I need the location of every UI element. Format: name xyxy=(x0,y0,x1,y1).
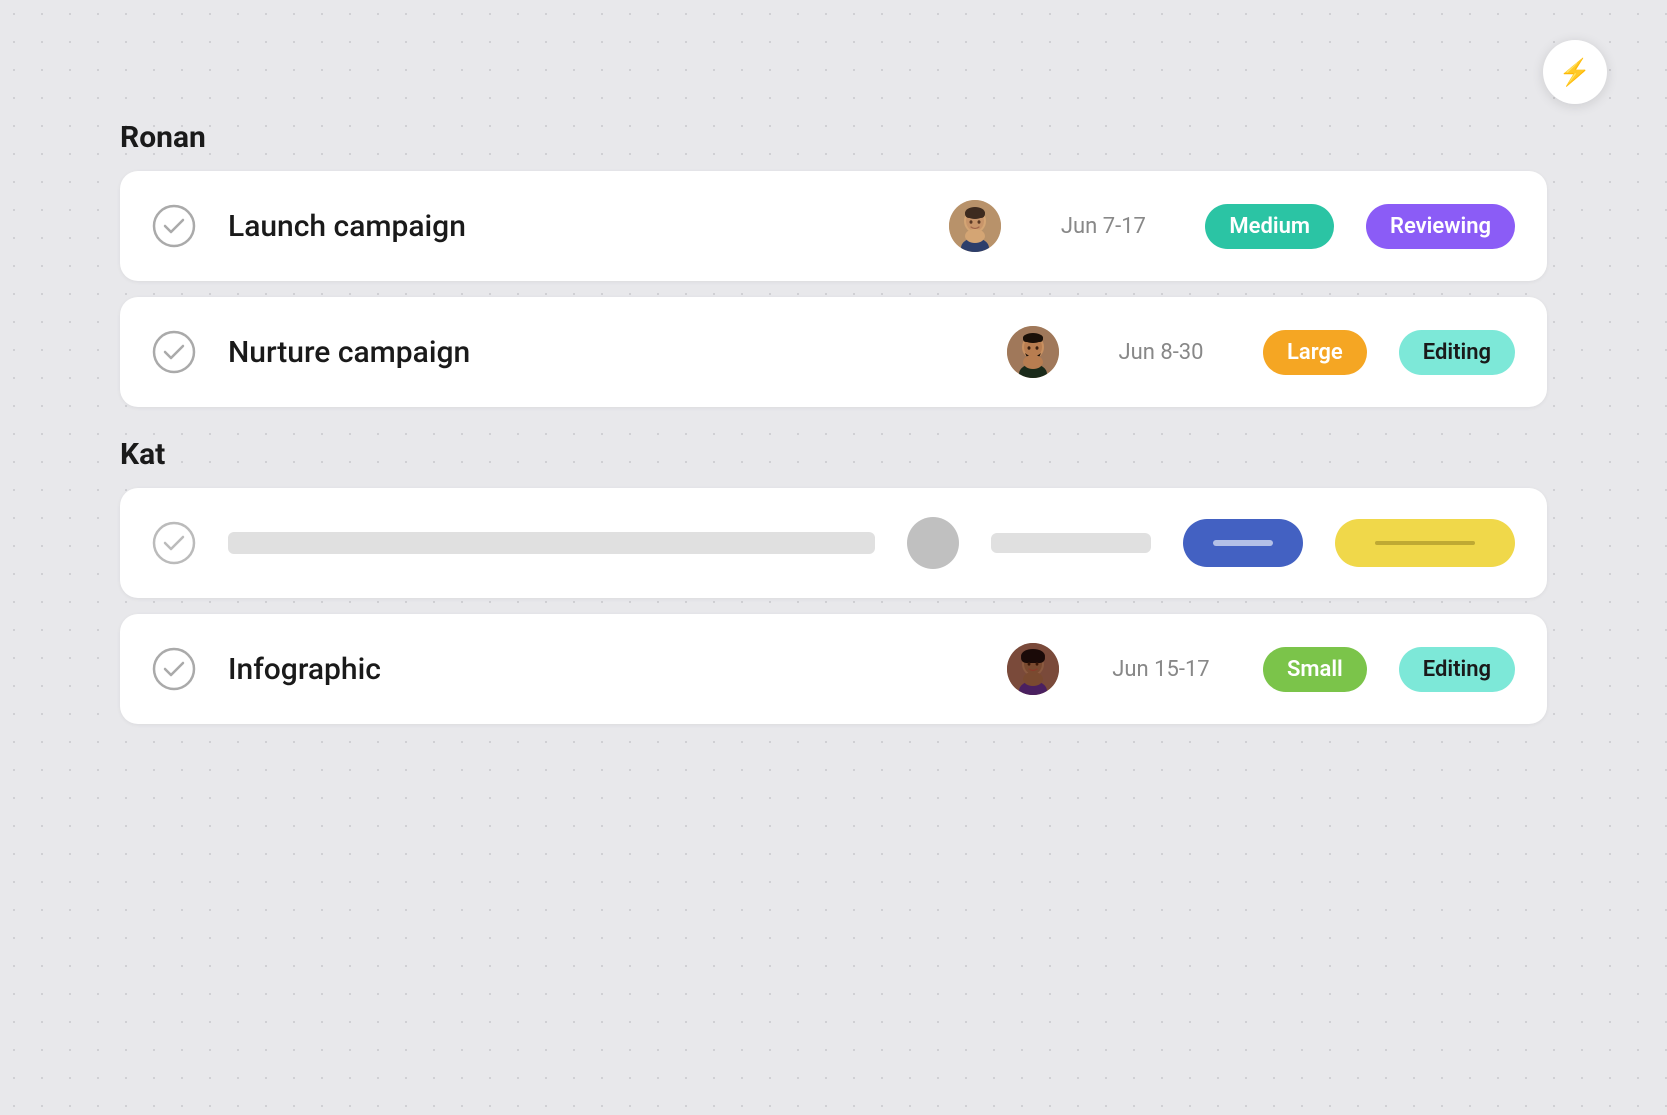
date-launch: Jun 7-17 xyxy=(1033,214,1173,239)
task-card-launch-campaign[interactable]: Launch campaign Jun xyxy=(120,171,1547,281)
badge-yellow-bar xyxy=(1375,541,1475,545)
avatar-infographic xyxy=(1007,643,1059,695)
group-kat: Kat xyxy=(120,437,1547,724)
badge-reviewing-launch[interactable]: Reviewing xyxy=(1366,204,1515,249)
check-icon-nurture xyxy=(152,330,196,374)
task-card-placeholder[interactable] xyxy=(120,488,1547,598)
avatar-placeholder xyxy=(907,517,959,569)
avatar-launch xyxy=(949,200,1001,252)
badge-small-infographic[interactable]: Small xyxy=(1263,647,1367,692)
task-title-placeholder xyxy=(228,532,875,554)
avatar-nurture xyxy=(1007,326,1059,378)
task-card-nurture-campaign[interactable]: Nurture campaign xyxy=(120,297,1547,407)
main-content: Ronan Launch campaign xyxy=(120,120,1547,754)
check-icon-launch xyxy=(152,204,196,248)
date-placeholder xyxy=(991,533,1151,553)
badge-editing-infographic[interactable]: Editing xyxy=(1399,647,1515,692)
group-label-ronan: Ronan xyxy=(120,120,1547,155)
badge-medium-launch[interactable]: Medium xyxy=(1205,204,1334,249)
group-label-kat: Kat xyxy=(120,437,1547,472)
badge-yellow-placeholder[interactable] xyxy=(1335,519,1515,567)
badge-large-nurture[interactable]: Large xyxy=(1263,330,1367,375)
check-icon-infographic xyxy=(152,647,196,691)
date-nurture: Jun 8-30 xyxy=(1091,340,1231,365)
task-title-launch: Launch campaign xyxy=(228,209,917,244)
task-title-nurture: Nurture campaign xyxy=(228,335,975,370)
check-icon-placeholder xyxy=(152,521,196,565)
lightning-icon: ⚡ xyxy=(1559,57,1591,88)
group-ronan: Ronan Launch campaign xyxy=(120,120,1547,407)
task-card-infographic[interactable]: Infographic Jun 15- xyxy=(120,614,1547,724)
badge-blue-bar xyxy=(1213,540,1273,546)
badge-blue-placeholder[interactable] xyxy=(1183,519,1303,567)
quick-actions-button[interactable]: ⚡ xyxy=(1543,40,1607,104)
task-title-infographic: Infographic xyxy=(228,652,975,687)
badge-editing-nurture[interactable]: Editing xyxy=(1399,330,1515,375)
date-infographic: Jun 15-17 xyxy=(1091,657,1231,682)
